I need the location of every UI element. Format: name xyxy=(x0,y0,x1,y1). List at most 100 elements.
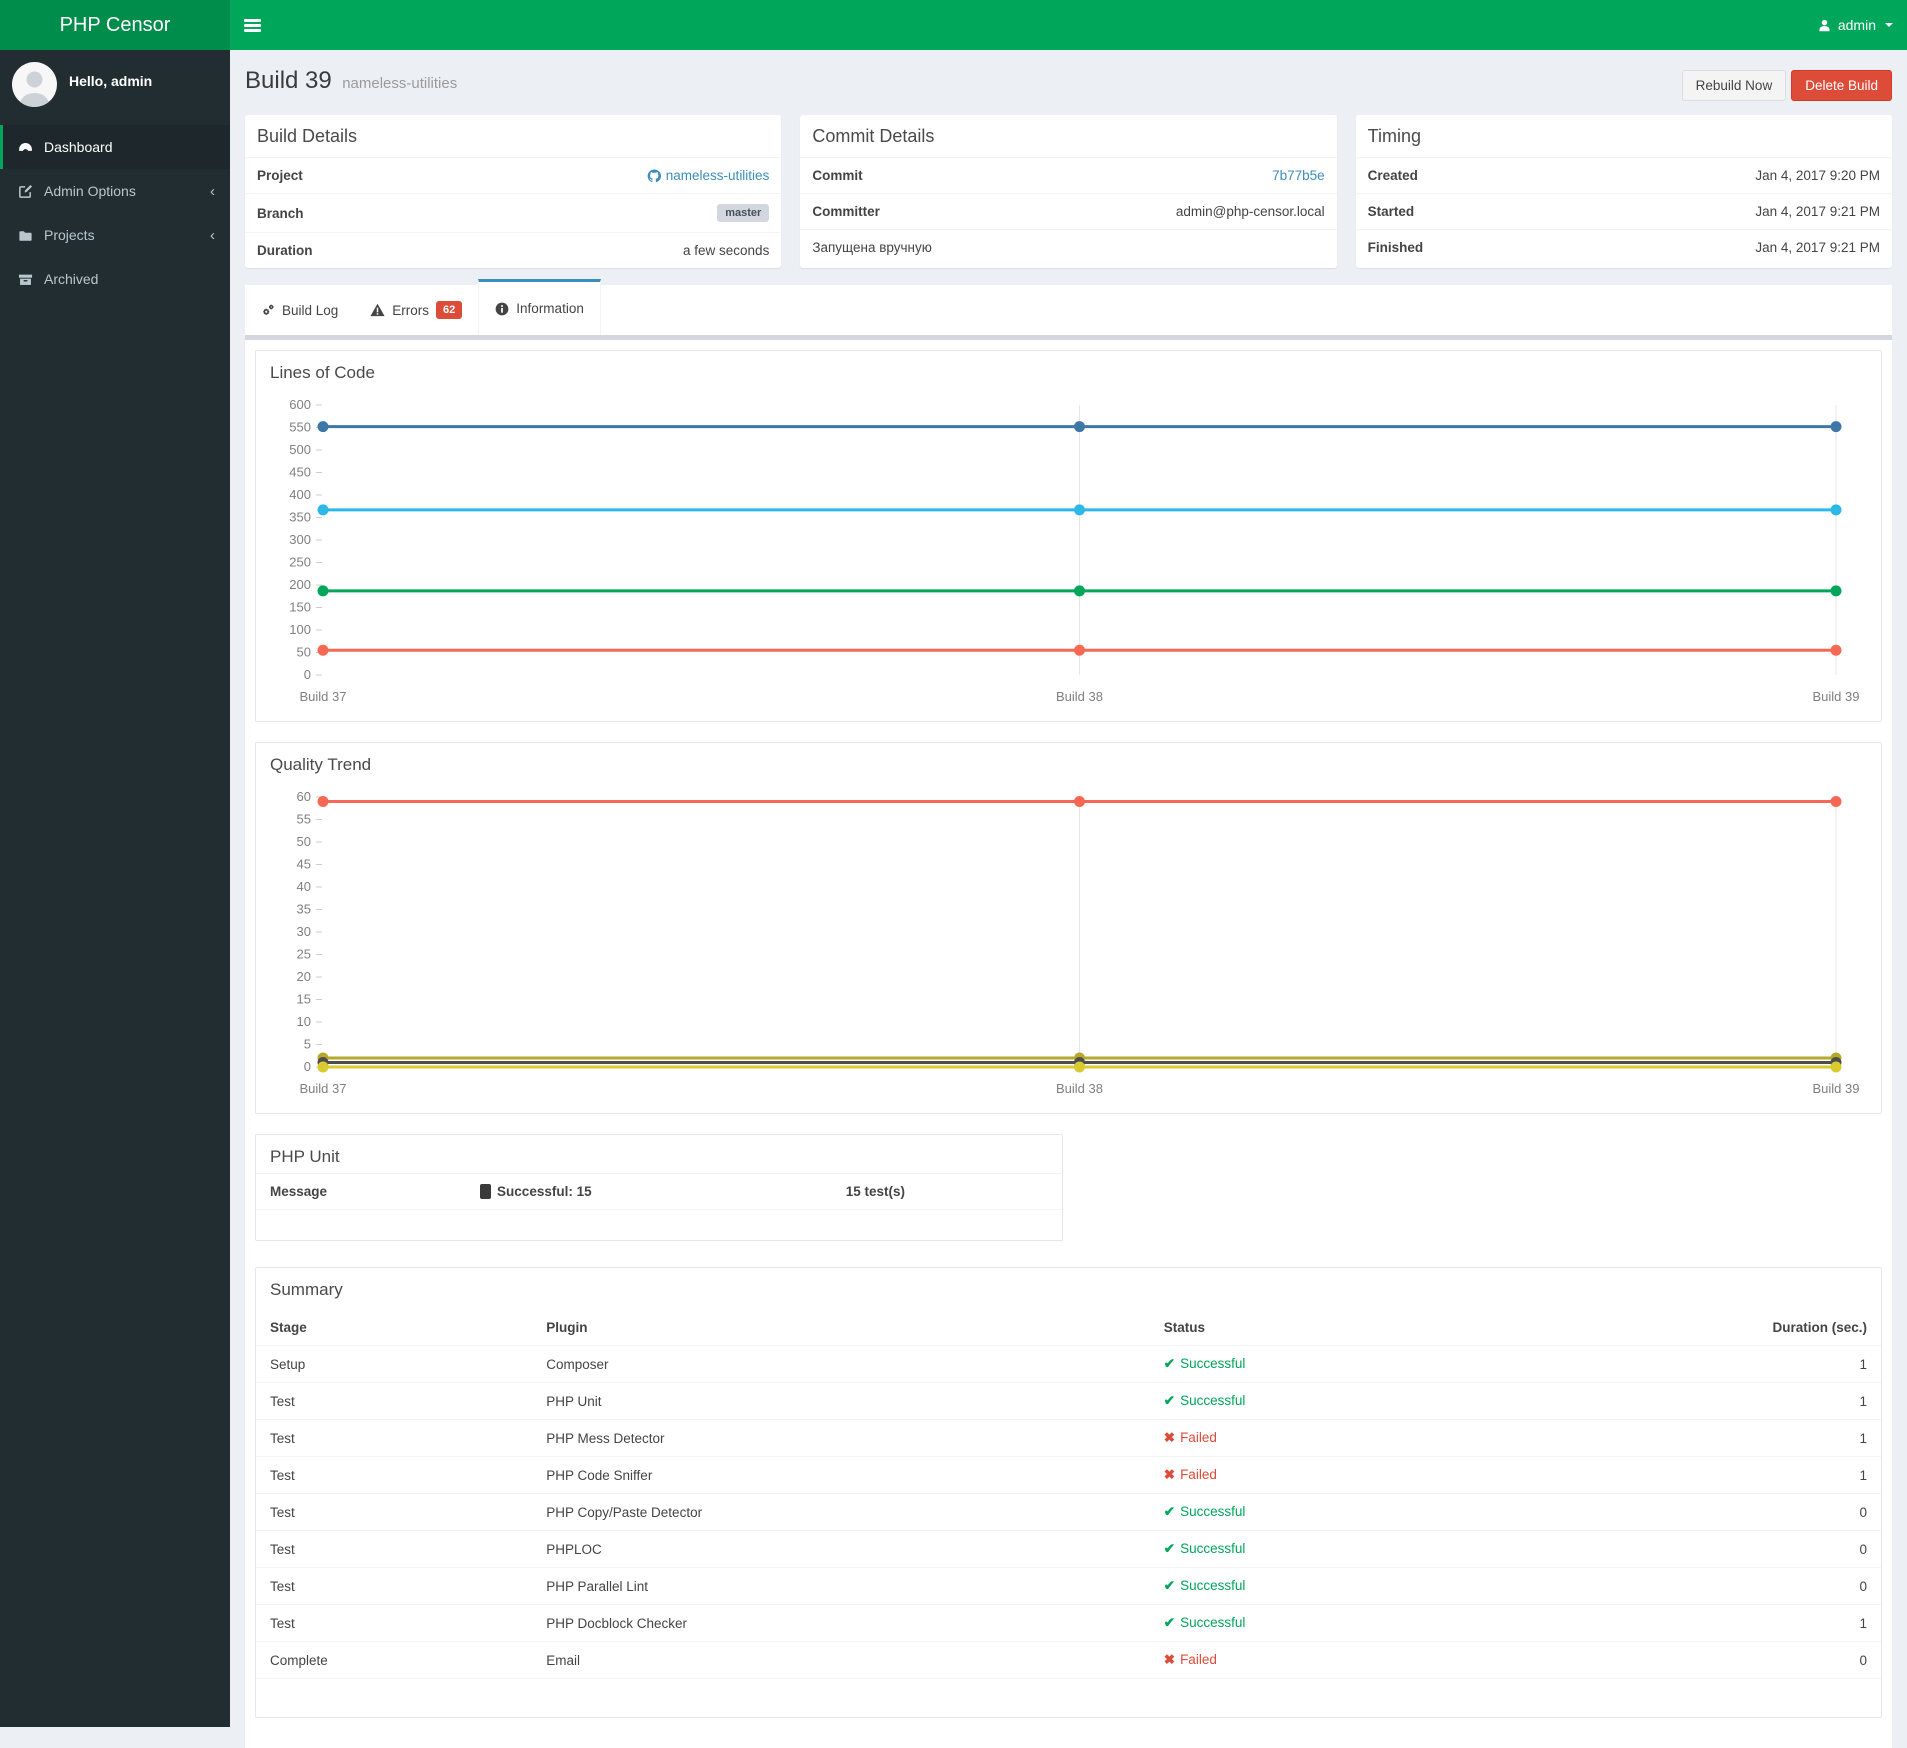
status-column-header: Status xyxy=(1149,1310,1670,1346)
build-details-panel: Build Details Project nameless-utilities… xyxy=(245,115,782,268)
sidebar-item-projects[interactable]: Projects ‹ xyxy=(0,213,230,257)
sidebar-greeting: Hello, admin xyxy=(69,72,153,89)
finished-value: Jan 4, 2017 9:21 PM xyxy=(1755,240,1880,255)
sidebar-menu: Dashboard Admin Options ‹ Projects ‹ Arc… xyxy=(0,125,230,301)
started-value: Jan 4, 2017 9:21 PM xyxy=(1755,204,1880,219)
sidebar-toggle-button[interactable] xyxy=(230,0,275,50)
square-icon xyxy=(480,1184,492,1199)
tab-information[interactable]: Information xyxy=(478,279,601,335)
commit-label: Commit xyxy=(812,168,863,183)
status-icon: ✖ xyxy=(1163,1652,1176,1667)
sidebar-item-admin-options[interactable]: Admin Options ‹ xyxy=(0,169,230,213)
commit-row: Commit 7b77b5e xyxy=(800,157,1337,193)
svg-text:300: 300 xyxy=(289,532,311,547)
github-icon xyxy=(647,169,661,182)
table-row: Complete Email ✖ Failed 0 xyxy=(256,1641,1881,1679)
user-menu[interactable]: admin xyxy=(1818,0,1893,50)
sidebar-item-archived[interactable]: Archived xyxy=(0,257,230,301)
committer-row: Committer admin@php-censor.local xyxy=(800,193,1337,229)
user-icon xyxy=(1819,19,1830,31)
svg-text:20: 20 xyxy=(297,969,311,984)
user-name: admin xyxy=(1837,17,1876,33)
line-chart: 0 5 10 15 20 25 30 35 40 45 50 55 60 Build 37 Build 38… xyxy=(297,789,1860,1096)
stage-cell: Test xyxy=(256,1456,533,1494)
branch-row: Branch master xyxy=(245,193,782,232)
stage-cell: Test xyxy=(256,1604,533,1642)
duration-cell: 0 xyxy=(1669,1530,1881,1568)
svg-text:250: 250 xyxy=(289,555,311,570)
status-badge: ✔ Successful xyxy=(1149,1382,1670,1420)
message-header: Message xyxy=(270,1184,328,1199)
started-label: Started xyxy=(1367,204,1415,219)
created-value: Jan 4, 2017 9:20 PM xyxy=(1755,168,1880,183)
status-icon: ✔ xyxy=(1163,1393,1176,1408)
status-icon: ✖ xyxy=(1163,1467,1176,1482)
edit-icon xyxy=(19,184,33,198)
svg-text:100: 100 xyxy=(289,622,311,637)
sidebar-item-label: Dashboard xyxy=(44,139,113,155)
chevron-down-icon xyxy=(1885,23,1893,27)
status-icon: ✖ xyxy=(1163,1430,1176,1445)
line-chart: 0 50 100 150 200 250 300 350 400 450 500 550 600 Buil… xyxy=(289,397,1859,704)
svg-text:550: 550 xyxy=(289,420,311,435)
plugin-column-header: Plugin xyxy=(532,1310,1150,1346)
status-icon: ✔ xyxy=(1163,1356,1176,1371)
folder-icon xyxy=(19,230,32,241)
php-unit-title: PHP Unit xyxy=(270,1147,340,1166)
quality-trend-panel: Quality Trend 0 5 10 15 20 25 30 35 40 45 50 55 60 Bu… xyxy=(255,742,1882,1114)
created-label: Created xyxy=(1367,168,1418,183)
plugin-cell: PHP Unit xyxy=(532,1382,1150,1420)
committer-label: Committer xyxy=(812,204,880,219)
delete-build-button[interactable]: Delete Build xyxy=(1791,70,1892,101)
svg-text:35: 35 xyxy=(297,902,311,917)
sidebar-item-label: Admin Options xyxy=(44,183,136,199)
build-tabs: Build Log Errors 62 Information xyxy=(245,279,1892,335)
svg-text:Build 37: Build 37 xyxy=(300,1081,347,1096)
duration-value: a few seconds xyxy=(683,243,770,258)
tab-build-log[interactable]: Build Log xyxy=(245,285,354,335)
svg-text:10: 10 xyxy=(297,1014,311,1029)
plugin-cell: PHP Mess Detector xyxy=(532,1419,1150,1457)
table-row: Setup Composer ✔ Successful 1 xyxy=(256,1345,1881,1383)
gears-icon xyxy=(263,304,274,315)
tab-label: Errors xyxy=(392,302,430,318)
status-badge: ✔ Successful xyxy=(1149,1530,1670,1568)
svg-text:60: 60 xyxy=(297,789,311,804)
tab-label: Build Log xyxy=(282,302,339,318)
plugin-cell: Composer xyxy=(532,1345,1150,1383)
svg-text:15: 15 xyxy=(297,992,311,1007)
stage-cell: Test xyxy=(256,1382,533,1420)
chart-title: Lines of Code xyxy=(270,363,375,382)
svg-text:400: 400 xyxy=(289,487,311,502)
svg-text:600: 600 xyxy=(289,397,311,412)
svg-text:55: 55 xyxy=(297,812,311,827)
table-row: Test PHP Unit ✔ Successful 1 xyxy=(256,1382,1881,1420)
page-title: Build 39 xyxy=(245,67,332,94)
svg-text:0: 0 xyxy=(304,667,311,682)
table-row: Test PHP Code Sniffer ✖ Failed 1 xyxy=(256,1456,1881,1494)
php-unit-status: Successful: 15 xyxy=(497,1184,592,1199)
project-link[interactable]: nameless-utilities xyxy=(666,168,770,183)
status-badge: ✔ Successful xyxy=(1149,1567,1670,1605)
header-actions: Rebuild Now Delete Build xyxy=(1681,70,1892,101)
status-badge: ✔ Successful xyxy=(1149,1493,1670,1531)
duration-cell: 1 xyxy=(1669,1604,1881,1642)
dashboard-icon xyxy=(19,142,32,151)
duration-cell: 0 xyxy=(1669,1567,1881,1605)
stage-column-header: Stage xyxy=(256,1310,533,1346)
warning-icon xyxy=(370,303,385,317)
branch-badge: master xyxy=(717,204,770,222)
duration-cell: 1 xyxy=(1669,1419,1881,1457)
svg-text:50: 50 xyxy=(297,834,311,849)
tab-errors[interactable]: Errors 62 xyxy=(354,285,478,335)
summary-table: Stage Plugin Status Duration (sec.) Setu… xyxy=(256,1310,1881,1679)
sidebar-item-dashboard[interactable]: Dashboard xyxy=(0,125,230,169)
plugin-cell: PHP Copy/Paste Detector xyxy=(532,1493,1150,1531)
brand-logo[interactable]: PHP Censor xyxy=(0,0,230,50)
chevron-left-icon: ‹ xyxy=(210,182,215,200)
commit-link[interactable]: 7b77b5e xyxy=(1272,168,1325,183)
rebuild-now-button[interactable]: Rebuild Now xyxy=(1681,70,1787,101)
svg-text:30: 30 xyxy=(297,924,311,939)
commit-note: Запущена вручную xyxy=(812,240,932,255)
main-content: Build 39 nameless-utilities Rebuild Now … xyxy=(230,50,1907,1748)
